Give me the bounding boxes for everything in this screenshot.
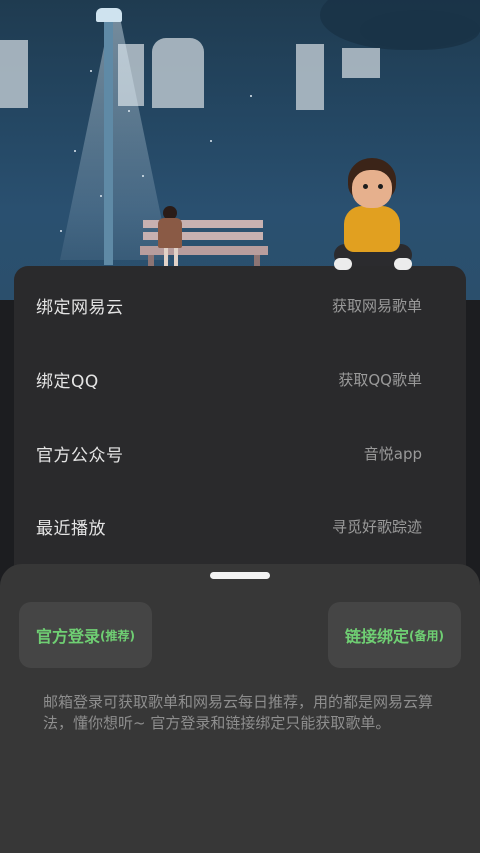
button-label: 官方登录 bbox=[36, 627, 101, 646]
button-label: 链接绑定 bbox=[345, 627, 410, 646]
snow-dot bbox=[90, 70, 92, 72]
girl-figure bbox=[158, 218, 182, 248]
button-tag: (备用) bbox=[409, 628, 444, 643]
menu-item-title: 最近播放 bbox=[36, 518, 106, 539]
snow-dot bbox=[128, 110, 130, 112]
account-menu-card: 绑定网易云 获取网易歌单 绑定QQ 获取QQ歌单 官方公众号 音悦app 最近播… bbox=[14, 266, 466, 606]
snow-dot bbox=[210, 140, 212, 142]
street-lamp bbox=[104, 20, 113, 265]
girl-leg bbox=[174, 248, 178, 266]
avatar-eye bbox=[378, 184, 383, 189]
menu-item-bind-qq[interactable]: 绑定QQ 获取QQ歌单 bbox=[14, 342, 466, 416]
lamp-head bbox=[96, 8, 122, 22]
building-window bbox=[152, 38, 204, 108]
tree-foliage bbox=[360, 10, 480, 50]
login-hint-text: 邮箱登录可获取歌单和网易云每日推荐，用的都是网易云算法，懂你想听~ 官方登录和链… bbox=[43, 693, 434, 732]
button-tag: (推荐) bbox=[100, 628, 135, 643]
snow-dot bbox=[142, 175, 144, 177]
menu-item-subtitle: 寻觅好歌踪迹 bbox=[331, 517, 422, 536]
building-window bbox=[342, 48, 380, 78]
snow-dot bbox=[60, 230, 62, 232]
avatar-eye bbox=[363, 184, 368, 189]
sheet-drag-handle[interactable] bbox=[210, 572, 270, 579]
link-bind-button[interactable]: 链接绑定 (备用) bbox=[328, 602, 461, 668]
official-login-button[interactable]: 官方登录 (推荐) bbox=[19, 602, 152, 668]
avatar bbox=[330, 158, 416, 290]
menu-item-subtitle: 获取网易歌单 bbox=[331, 296, 422, 315]
building-window bbox=[296, 44, 324, 110]
menu-item-recent-play[interactable]: 最近播放 寻觅好歌踪迹 bbox=[14, 489, 466, 563]
menu-item-title: 绑定网易云 bbox=[36, 297, 124, 318]
login-bottom-sheet: 官方登录 (推荐) 链接绑定 (备用) 邮箱登录可获取歌单和网易云每日推荐，用的都是… bbox=[0, 564, 480, 853]
avatar-sweater bbox=[344, 206, 400, 252]
menu-item-subtitle: 音悦app bbox=[363, 444, 422, 463]
avatar-shoe bbox=[394, 258, 412, 270]
avatar-shoe bbox=[334, 258, 352, 270]
girl-leg bbox=[164, 248, 168, 266]
menu-item-official-account[interactable]: 官方公众号 音悦app bbox=[14, 416, 466, 490]
avatar-face bbox=[352, 170, 392, 208]
menu-item-title: 绑定QQ bbox=[36, 371, 99, 392]
snow-dot bbox=[74, 150, 76, 152]
snow-dot bbox=[100, 195, 102, 197]
building-window bbox=[0, 40, 28, 108]
snow-dot bbox=[250, 95, 252, 97]
menu-item-subtitle: 获取QQ歌单 bbox=[338, 370, 422, 389]
menu-item-title: 官方公众号 bbox=[36, 445, 124, 466]
